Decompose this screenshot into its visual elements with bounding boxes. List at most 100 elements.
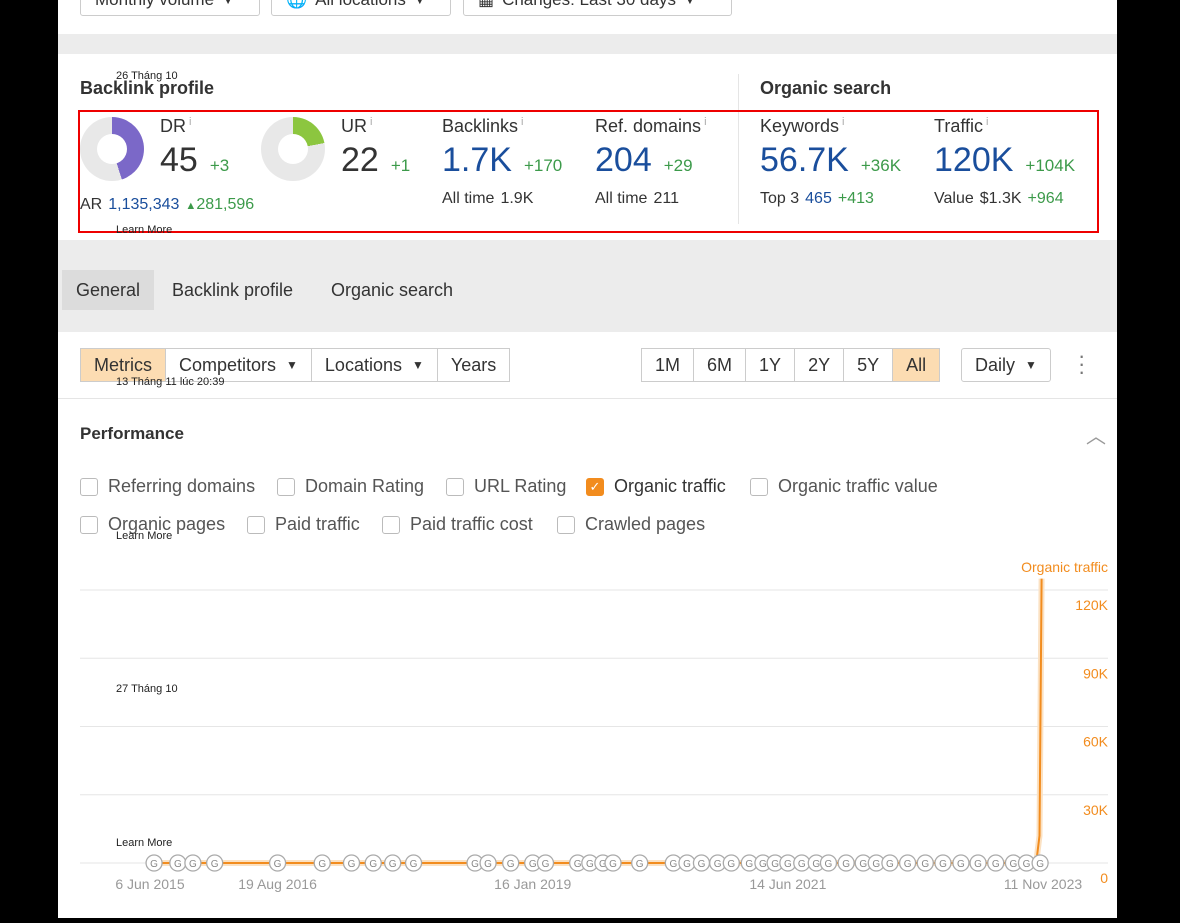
traffic-delta: +104K — [1025, 156, 1076, 175]
annotation-marker-label: G — [150, 859, 158, 870]
info-icon[interactable]: i — [189, 116, 191, 128]
checkbox-label: URL Rating — [474, 476, 567, 496]
interval-group: Daily ▼ — [961, 348, 1051, 382]
checkbox-paid-traffic[interactable]: Paid traffic — [247, 514, 360, 535]
annotation-marker-label: G — [542, 859, 550, 870]
caret-down-icon: ▼ — [413, 0, 426, 7]
y-tick-label: 0 — [1100, 870, 1108, 886]
info-icon[interactable]: i — [986, 116, 988, 128]
checkbox-box[interactable] — [80, 515, 98, 534]
traffic-metric: Traffic i 120K +104K Value $1.3K +964 — [934, 116, 1075, 208]
annotation-marker-label: G — [859, 859, 867, 870]
checkbox-box[interactable] — [750, 477, 768, 496]
checkbox-box[interactable] — [80, 477, 98, 496]
info-icon[interactable]: i — [842, 116, 844, 128]
annotation-marker-label: G — [1010, 859, 1018, 870]
ref-domains-value[interactable]: 204 — [595, 141, 652, 180]
caret-down-icon: ▼ — [411, 358, 424, 372]
annotation-marker-label: G — [471, 859, 479, 870]
checkbox-referring-domains[interactable]: Referring domains — [80, 476, 255, 497]
annotation-marker-label: G — [318, 859, 326, 870]
checkbox-box[interactable] — [446, 477, 464, 496]
locations-dropdown[interactable]: 🌐 All locations ▼ — [271, 0, 451, 16]
checkbox-paid-traffic-cost[interactable]: Paid traffic cost — [382, 514, 533, 535]
checkbox-box[interactable] — [557, 515, 575, 534]
top3-delta: +413 — [837, 190, 874, 207]
range-1m-button[interactable]: 1M — [641, 348, 695, 382]
checkbox-domain-rating[interactable]: Domain Rating — [277, 476, 424, 497]
collapse-chevron-icon[interactable]: ︿ — [1086, 420, 1106, 449]
dropdown-label: Monthly volume — [95, 0, 214, 10]
series-line-halo — [150, 578, 1045, 866]
range-1y-button[interactable]: 1Y — [745, 348, 796, 382]
locations-button[interactable]: Locations ▼ — [310, 348, 438, 382]
range-6m-button[interactable]: 6M — [693, 348, 747, 382]
learn-more-link[interactable]: Learn More — [116, 530, 172, 542]
annotation-marker-label: G — [714, 859, 722, 870]
learn-more-link[interactable]: Learn More — [116, 224, 172, 236]
backlinks-delta: +170 — [523, 156, 563, 175]
ur-label: UR — [341, 116, 367, 136]
more-options-icon[interactable]: · · · — [1078, 345, 1085, 383]
keywords-delta: +36K — [860, 156, 902, 175]
y-tick-label: 60K — [1083, 734, 1109, 750]
range-all-button[interactable]: All — [892, 348, 941, 382]
checkbox-label: Crawled pages — [585, 514, 706, 534]
keywords-label: Keywords — [760, 116, 840, 136]
divider-band — [58, 34, 1117, 54]
tab-general[interactable]: General — [62, 270, 155, 310]
annotation-marker-label: G — [939, 859, 947, 870]
keywords-value[interactable]: 56.7K — [760, 141, 849, 180]
divider — [58, 398, 1117, 399]
changes-dropdown[interactable]: ▦ Changes: Last 30 days ▼ — [463, 0, 732, 16]
range-2y-button[interactable]: 2Y — [794, 348, 845, 382]
tab-organic-search[interactable]: Organic search — [317, 270, 467, 310]
checkbox-crawled-pages[interactable]: Crawled pages — [557, 514, 705, 535]
checkbox-organic-traffic-value[interactable]: Organic traffic value — [750, 476, 938, 497]
dr-delta: +3 — [209, 156, 230, 175]
tab-backlink-profile[interactable]: Backlink profile — [158, 270, 307, 310]
annotation-marker-label: G — [636, 859, 644, 870]
series-line — [150, 578, 1043, 864]
annotation-marker-label: G — [529, 859, 537, 870]
checkbox-label: Paid traffic — [275, 514, 360, 534]
range-group: 1M 6M 1Y 2Y 5Y All — [641, 348, 941, 382]
info-icon[interactable]: i — [370, 116, 372, 128]
annotation-marker-label: G — [798, 859, 806, 870]
traffic-value[interactable]: 120K — [934, 141, 1013, 180]
ref-domains-delta: +29 — [663, 156, 693, 175]
info-icon[interactable]: i — [521, 116, 523, 128]
checkbox-box[interactable]: ✓ — [586, 477, 604, 496]
annotation-marker-label: G — [771, 859, 779, 870]
range-5y-button[interactable]: 5Y — [843, 348, 894, 382]
annotation-marker-label: G — [1023, 859, 1031, 870]
triangle-up-icon: ▲ — [185, 200, 197, 212]
annotation-marker-label: G — [507, 859, 515, 870]
ar-value[interactable]: 1,135,343 — [108, 196, 179, 214]
interval-dropdown[interactable]: Daily ▼ — [961, 348, 1051, 382]
dr-value: 45 — [160, 141, 198, 179]
dr-metric: DR i 45 +3 — [160, 116, 229, 180]
annotation-marker-label: G — [348, 859, 356, 870]
value-delta: +964 — [1027, 190, 1064, 207]
annotation-marker-label: G — [274, 859, 282, 870]
annotation-marker-label: G — [174, 859, 182, 870]
page: Monthly volume ▼ 🌐 All locations ▼ ▦ Changes… — [58, 0, 1117, 918]
checkbox-box[interactable] — [382, 515, 400, 534]
checkbox-organic-traffic[interactable]: ✓ Organic traffic — [586, 476, 726, 497]
backlinks-metric: Backlinks i 1.7K +170 All time 1.9K — [442, 116, 562, 208]
x-tick-label: 19 Aug 2016 — [238, 876, 317, 892]
info-icon[interactable]: i — [704, 116, 706, 128]
backlinks-value[interactable]: 1.7K — [442, 141, 512, 180]
volume-dropdown[interactable]: Monthly volume ▼ — [80, 0, 260, 16]
top3-value[interactable]: 465 — [805, 190, 832, 208]
ur-metric: UR i 22 +1 — [341, 116, 410, 180]
learn-more-link[interactable]: Learn More — [116, 837, 172, 849]
checkbox-url-rating[interactable]: URL Rating — [446, 476, 566, 497]
checkbox-box[interactable] — [277, 477, 295, 496]
checkbox-box[interactable] — [247, 515, 265, 534]
annotation-marker-label: G — [586, 859, 594, 870]
years-button[interactable]: Years — [436, 348, 511, 382]
annotation-marker-label: G — [484, 859, 492, 870]
y-tick-label: 90K — [1083, 665, 1109, 681]
